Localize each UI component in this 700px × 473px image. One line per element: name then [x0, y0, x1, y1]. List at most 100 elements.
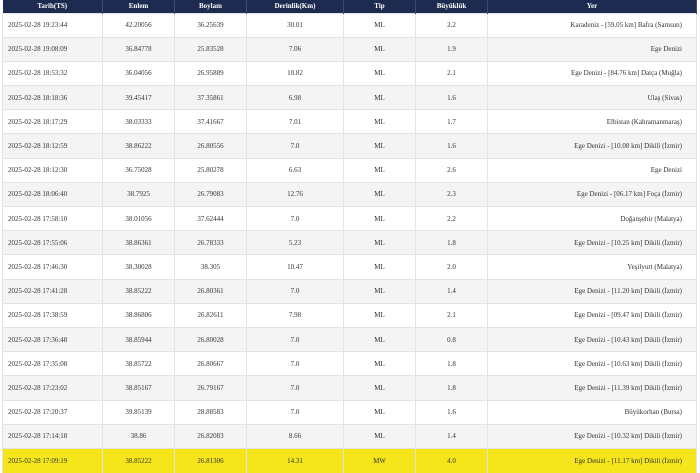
cell-magnitude: 1.9: [415, 36, 488, 62]
header-depth[interactable]: Derinlik(Km): [246, 0, 344, 13]
cell-magnitude: 1.8: [415, 351, 488, 376]
table-row[interactable]: 2025-02-28 17:14:18 38.86 26.82083 8.66 ML 1.…: [2, 423, 697, 449]
cell-location: Ege Denizi - [10.25 km] Dikili (İzmir): [487, 230, 697, 255]
cell-longitude: 25.83528: [174, 36, 247, 62]
cell-location: Karadeniz - [59.05 km] Bafra (Samsun): [487, 12, 697, 38]
table-row[interactable]: 2025-02-28 19:08:09 36.84778 25.83528 7.06 M…: [2, 36, 697, 62]
cell-latitude: 38.30028: [102, 254, 175, 280]
table-row[interactable]: 2025-02-28 17:58:10 38.01056 37.62444 7.0 ML…: [2, 205, 697, 231]
cell-depth: 7.01: [246, 109, 344, 134]
cell-magnitude: 2.2: [415, 205, 488, 231]
cell-latitude: 36.75028: [102, 157, 175, 183]
table-row[interactable]: 2025-02-28 17:09:19 38.85222 26.81306 14.31…: [2, 447, 697, 473]
cell-type: ML: [343, 36, 416, 62]
table-row[interactable]: 2025-02-28 17:41:28 38.85222 26.80361 7.0 ML…: [2, 278, 697, 304]
table-row[interactable]: 2025-02-28 17:35:08 38.85722 26.80667 7.0 ML…: [2, 351, 697, 376]
cell-latitude: 38.85722: [102, 351, 175, 376]
cell-type: ML: [343, 399, 416, 425]
cell-longitude: 38.305: [174, 254, 247, 280]
cell-location: Ege Denizi - [10.43 km] Dikili (İzmir): [487, 326, 697, 352]
table-row[interactable]: 2025-02-28 18:53:32 36.04056 26.95889 10.82…: [2, 60, 697, 86]
cell-latitude: 39.45417: [102, 85, 175, 110]
table-row[interactable]: 2025-02-28 17:46:30 38.30028 38.305 10.47 ML…: [2, 254, 697, 280]
cell-type: ML: [343, 351, 416, 376]
cell-longitude: 37.35861: [174, 85, 247, 110]
cell-date: 2025-02-28 17:09:19: [2, 447, 103, 473]
cell-depth: 7.0: [246, 351, 344, 376]
cell-longitude: 26.80028: [174, 326, 247, 352]
cell-date: 2025-02-28 17:23:02: [2, 375, 103, 400]
table-row[interactable]: 2025-02-28 17:23:02 38.85167 26.79167 7.0 ML…: [2, 375, 697, 400]
cell-type: ML: [343, 254, 416, 280]
cell-latitude: 39.85139: [102, 399, 175, 425]
cell-longitude: 26.82083: [174, 423, 247, 449]
table-row[interactable]: 2025-02-28 18:06:40 38.7925 26.79083 12.76 M…: [2, 181, 697, 207]
cell-depth: 14.31: [246, 447, 344, 473]
cell-magnitude: 2.0: [415, 254, 488, 280]
table-row[interactable]: 2025-02-28 18:18:36 39.45417 37.35861 6.98 M…: [2, 85, 697, 110]
cell-date: 2025-02-28 19:08:09: [2, 36, 103, 62]
cell-location: Ege Denizi: [487, 157, 697, 183]
table-row[interactable]: 2025-02-28 18:12:59 38.86222 26.80556 7.0 ML…: [2, 133, 697, 159]
cell-magnitude: 2.2: [415, 12, 488, 38]
cell-longitude: 37.41667: [174, 109, 247, 134]
cell-date: 2025-02-28 17:41:28: [2, 278, 103, 304]
cell-longitude: 26.95889: [174, 60, 247, 86]
table-row[interactable]: 2025-02-28 17:36:48 38.85944 26.80028 7.0 ML…: [2, 326, 697, 352]
table-row[interactable]: 2025-02-28 18:12:30 36.75028 25.80278 6.63 M…: [2, 157, 697, 183]
header-date[interactable]: Tarih(TS): [2, 0, 103, 13]
header-magnitude[interactable]: Büyüklük: [415, 0, 488, 13]
cell-date: 2025-02-28 17:36:48: [2, 326, 103, 352]
cell-longitude: 28.88583: [174, 399, 247, 425]
cell-date: 2025-02-28 17:14:18: [2, 423, 103, 449]
cell-magnitude: 1.8: [415, 230, 488, 255]
cell-longitude: 26.80556: [174, 133, 247, 159]
cell-location: Ege Denizi - [11.20 km] Dikili (İzmir): [487, 278, 697, 304]
cell-depth: 10.47: [246, 254, 344, 280]
header-type[interactable]: Tip: [343, 0, 416, 13]
cell-location: Ege Denizi - [06.17 km] Foça (İzmir): [487, 181, 697, 207]
cell-magnitude: 2.1: [415, 302, 488, 328]
cell-depth: 12.76: [246, 181, 344, 207]
cell-magnitude: 2.6: [415, 157, 488, 183]
table-row[interactable]: 2025-02-28 17:38:59 38.86806 26.82611 7.98 M…: [2, 302, 697, 328]
cell-date: 2025-02-28 18:18:36: [2, 85, 103, 110]
table-header-row: Tarih(TS) Enlem Boylam Derinlik(Km) Tip …: [2, 0, 697, 13]
table-row[interactable]: 2025-02-28 19:23:44 42.20056 36.25639 30.01…: [2, 12, 697, 38]
cell-type: ML: [343, 12, 416, 38]
cell-magnitude: 1.8: [415, 375, 488, 400]
earthquake-table: Tarih(TS) Enlem Boylam Derinlik(Km) Tip …: [2, 0, 697, 473]
cell-type: ML: [343, 326, 416, 352]
table-row[interactable]: 2025-02-28 17:20:37 39.85139 28.88583 7.0 ML…: [2, 399, 697, 425]
header-location[interactable]: Yer: [487, 0, 697, 13]
cell-type: ML: [343, 157, 416, 183]
cell-location: Ege Denizi - [11.17 km] Dikili (İzmir): [487, 447, 697, 473]
cell-depth: 30.01: [246, 12, 344, 38]
table-row[interactable]: 2025-02-28 17:55:06 38.86361 26.78333 5.23 M…: [2, 230, 697, 255]
cell-type: ML: [343, 423, 416, 449]
cell-location: Ege Denizi - [09.47 km] Dikili (İzmir): [487, 302, 697, 328]
cell-location: Ege Denizi - [11.39 km] Dikili (İzmir): [487, 375, 697, 400]
cell-location: Ege Denizi: [487, 36, 697, 62]
cell-type: MW: [343, 447, 416, 473]
cell-depth: 6.98: [246, 85, 344, 110]
cell-date: 2025-02-28 18:12:59: [2, 133, 103, 159]
cell-latitude: 38.03333: [102, 109, 175, 134]
cell-longitude: 26.81306: [174, 447, 247, 473]
table-row[interactable]: 2025-02-28 18:17:29 38.03333 37.41667 7.01 M…: [2, 109, 697, 134]
cell-location: Ege Denizi - [84.76 km] Datça (Muğla): [487, 60, 697, 86]
cell-longitude: 26.82611: [174, 302, 247, 328]
header-longitude[interactable]: Boylam: [174, 0, 247, 13]
cell-depth: 7.0: [246, 278, 344, 304]
cell-date: 2025-02-28 17:55:06: [2, 230, 103, 255]
header-latitude[interactable]: Enlem: [102, 0, 175, 13]
cell-latitude: 38.01056: [102, 205, 175, 231]
cell-location: Ege Denizi - [10.63 km] Dikili (İzmir): [487, 351, 697, 376]
cell-date: 2025-02-28 18:53:32: [2, 60, 103, 86]
cell-longitude: 26.79167: [174, 375, 247, 400]
cell-type: ML: [343, 85, 416, 110]
cell-type: ML: [343, 181, 416, 207]
cell-depth: 6.63: [246, 157, 344, 183]
cell-longitude: 25.80278: [174, 157, 247, 183]
cell-date: 2025-02-28 18:17:29: [2, 109, 103, 134]
